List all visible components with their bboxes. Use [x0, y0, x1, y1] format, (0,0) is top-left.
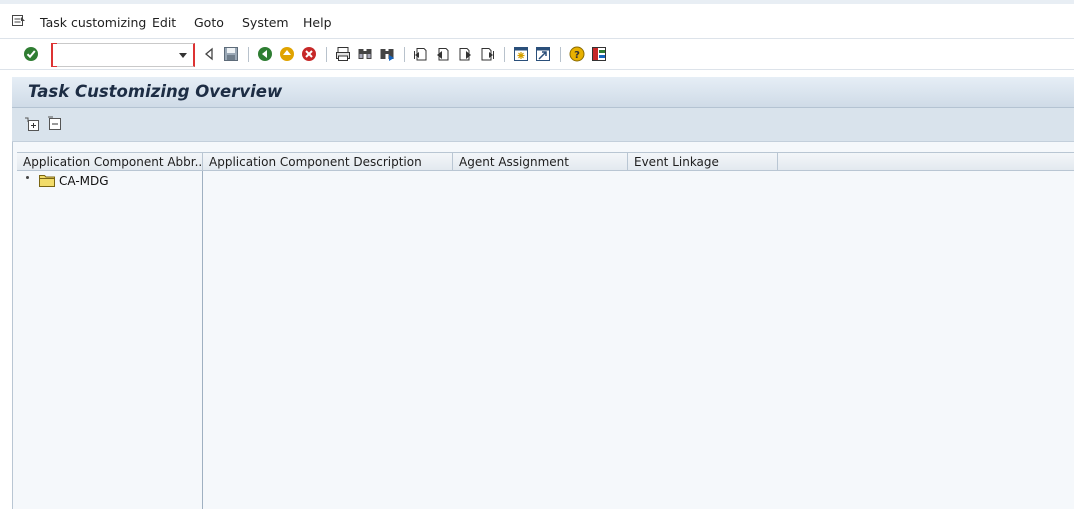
enter-icon[interactable]: [23, 46, 39, 62]
last-page-icon[interactable]: [479, 46, 495, 62]
menu-help[interactable]: Help: [303, 15, 332, 30]
help-icon[interactable]: ?: [569, 46, 585, 62]
layout-menu-icon[interactable]: [591, 46, 607, 62]
page-title: Task Customizing Overview: [28, 82, 283, 101]
back-arrow-icon[interactable]: [202, 46, 218, 62]
column-header-component-description[interactable]: Application Component Description: [203, 153, 453, 170]
expand-subtree-icon[interactable]: [24, 116, 40, 132]
toolbar-separator: [248, 47, 249, 62]
print-icon[interactable]: [335, 46, 351, 62]
menu-bar: Task customizing Edit Goto System Help: [0, 0, 1074, 38]
title-bar: Task Customizing Overview: [12, 77, 1074, 108]
menu-edit[interactable]: Edit: [152, 15, 176, 30]
svg-text:?: ?: [574, 50, 580, 61]
next-page-icon[interactable]: [457, 46, 473, 62]
cancel-icon[interactable]: [301, 46, 317, 62]
previous-page-icon[interactable]: [435, 46, 451, 62]
command-input[interactable]: [55, 46, 175, 64]
menu-task-customizing[interactable]: Task customizing: [40, 15, 146, 30]
back-icon[interactable]: [257, 46, 273, 62]
column-header-component-abbr[interactable]: Application Component Abbr...: [17, 153, 203, 170]
menu-icon[interactable]: [12, 15, 26, 27]
chevron-down-icon[interactable]: [179, 53, 187, 58]
menu-goto[interactable]: Goto: [194, 15, 224, 30]
bullet-icon: [26, 176, 29, 179]
toolbar-separator: [504, 47, 505, 62]
toolbar-separator: [326, 47, 327, 62]
standard-toolbar: ?: [0, 38, 1074, 70]
column-divider: [202, 171, 203, 509]
collapse-subtree-icon[interactable]: [47, 116, 63, 132]
column-header-event-linkage[interactable]: Event Linkage: [628, 153, 778, 170]
first-page-icon[interactable]: [413, 46, 429, 62]
tree-node[interactable]: CA-MDG: [17, 172, 203, 190]
column-header-row: Application Component Abbr... Applicatio…: [17, 152, 1074, 171]
command-field[interactable]: [51, 43, 195, 67]
menu-system[interactable]: System: [242, 15, 289, 30]
column-header-agent-assignment[interactable]: Agent Assignment: [453, 153, 628, 170]
tree-control: Application Component Abbr... Applicatio…: [12, 142, 1074, 509]
toolbar-separator: [404, 47, 405, 62]
application-toolbar: [12, 108, 1074, 142]
toolbar-separator: [560, 47, 561, 62]
create-session-icon[interactable]: [513, 46, 529, 62]
find-icon[interactable]: [357, 46, 373, 62]
folder-icon: [39, 173, 55, 187]
exit-icon[interactable]: [279, 46, 295, 62]
save-icon[interactable]: [223, 46, 239, 62]
find-next-icon[interactable]: [379, 46, 395, 62]
tree-node-label: CA-MDG: [59, 174, 109, 188]
shortcut-icon[interactable]: [535, 46, 551, 62]
